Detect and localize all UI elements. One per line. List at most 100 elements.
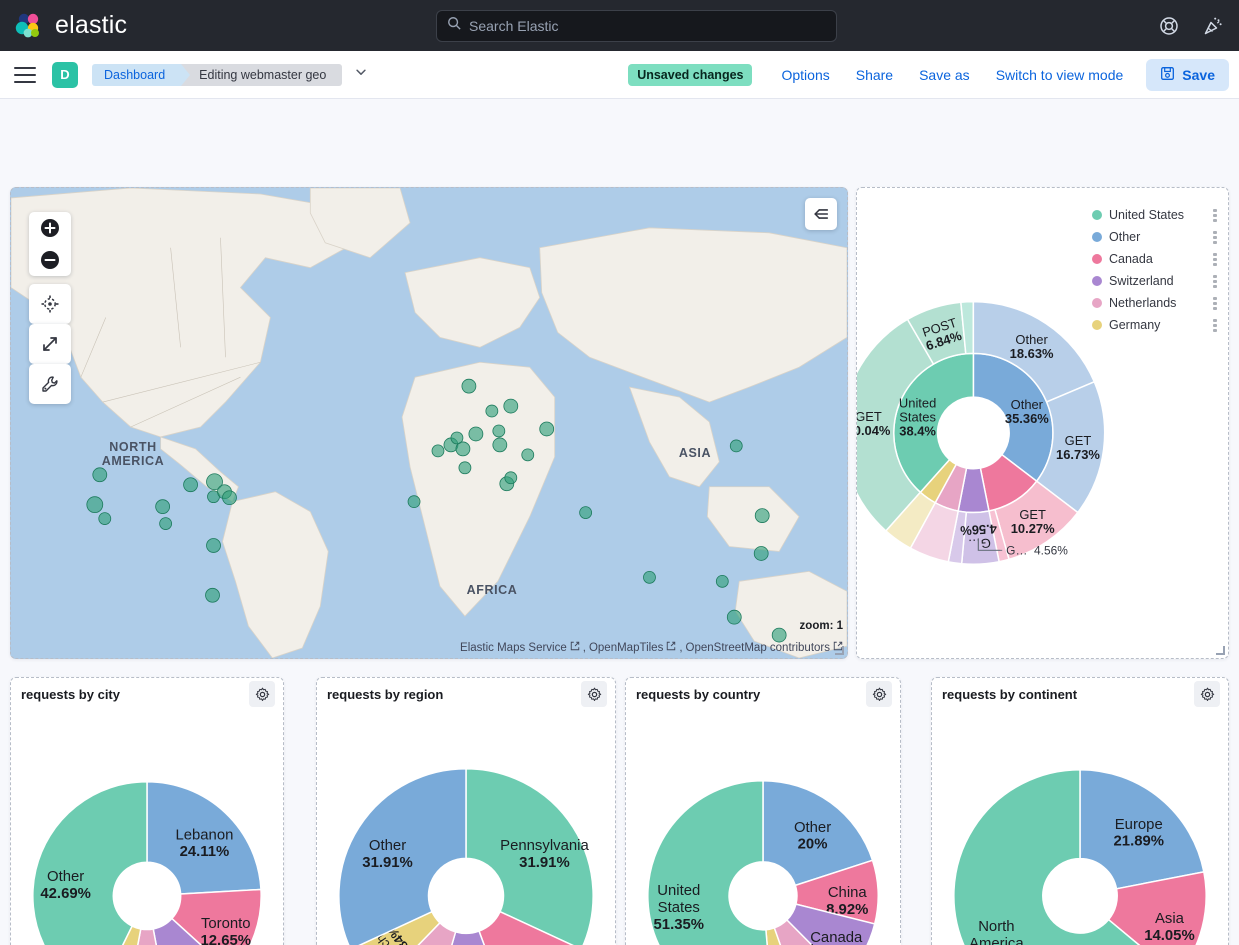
map-canvas[interactable]: NORTHAMERICA ASIA AFRICA SOUTHAMERICA OC… bbox=[11, 188, 847, 658]
attribution-sep-1: , bbox=[582, 641, 586, 654]
search-input[interactable] bbox=[469, 17, 826, 34]
map-attribution: Elastic Maps Service , OpenMapTiles , Op… bbox=[460, 641, 843, 654]
svg-text:31.91%: 31.91% bbox=[519, 855, 570, 871]
legend-item-label: Switzerland bbox=[1109, 274, 1174, 288]
save-button-label: Save bbox=[1182, 66, 1215, 83]
panel-options-gear-icon[interactable] bbox=[866, 681, 892, 707]
svg-text:16.73%: 16.73% bbox=[1056, 447, 1100, 462]
panel-resize-handle[interactable] bbox=[1216, 646, 1225, 655]
panel-resize-handle[interactable] bbox=[835, 646, 844, 655]
svg-text:12.65%: 12.65% bbox=[201, 933, 251, 945]
options-button[interactable]: Options bbox=[768, 67, 842, 83]
legend-color-swatch bbox=[1092, 298, 1102, 308]
pie-slice-label: Other20% bbox=[794, 820, 831, 853]
requests-by-country-chart[interactable]: Other20%China8.92%Canada8.65%Russia7.03%… bbox=[626, 710, 900, 945]
panel-options-gear-icon[interactable] bbox=[581, 681, 607, 707]
svg-text:Lebanon: Lebanon bbox=[175, 827, 233, 843]
requests-by-city-chart[interactable]: Lebanon24.11%Toronto12.65%NewYork10.28%Z… bbox=[11, 710, 283, 945]
collapse-left-arrow-icon[interactable] bbox=[805, 198, 837, 230]
requests-by-region-chart[interactable]: Pennsylvania31.91%Ontario12.45%NewYork10… bbox=[317, 710, 615, 945]
search-icon bbox=[447, 16, 461, 35]
svg-text:United: United bbox=[657, 883, 700, 899]
requests-by-continent-chart[interactable]: Europe21.89%Asia14.05%NorthAmerica63.78% bbox=[932, 710, 1228, 945]
breadcrumb-item-dashboard[interactable]: Dashboard bbox=[92, 63, 191, 86]
legend-drag-handle[interactable] bbox=[1210, 252, 1220, 266]
attribution-link-elastic-maps[interactable]: Elastic Maps Service bbox=[460, 642, 567, 654]
map-zoom-readout: zoom: 1 bbox=[799, 620, 843, 632]
svg-text:States: States bbox=[658, 900, 700, 916]
space-avatar-badge[interactable]: D bbox=[52, 61, 78, 88]
svg-text:GET: GET bbox=[857, 409, 882, 424]
zoom-in-button[interactable] bbox=[29, 212, 71, 244]
legend-drag-handle[interactable] bbox=[1210, 230, 1220, 244]
confetti-announcement-icon[interactable] bbox=[1203, 16, 1223, 36]
legend-color-swatch bbox=[1092, 210, 1102, 220]
elastic-home-link[interactable]: elastic bbox=[14, 11, 127, 41]
svg-text:States: States bbox=[899, 409, 936, 424]
svg-text:G…: G… bbox=[1006, 543, 1027, 557]
brand-name: elastic bbox=[55, 11, 128, 39]
panel-options-gear-icon[interactable] bbox=[1194, 681, 1220, 707]
zoom-out-button[interactable] bbox=[29, 244, 71, 276]
legend-drag-handle[interactable] bbox=[1210, 318, 1220, 332]
share-button[interactable]: Share bbox=[843, 67, 906, 83]
legend-item-0[interactable]: United States bbox=[1092, 204, 1220, 226]
pie-slice-label: Europe21.89% bbox=[1114, 817, 1164, 850]
legend-item-3[interactable]: Switzerland bbox=[1092, 270, 1220, 292]
lifebuoy-help-icon[interactable] bbox=[1159, 16, 1179, 36]
legend-drag-handle[interactable] bbox=[1210, 296, 1220, 310]
sunburst-legend: United States Other Canada Switzerland N… bbox=[1092, 204, 1220, 336]
panel-header: requests by city bbox=[11, 678, 283, 710]
svg-text:Other: Other bbox=[1015, 332, 1048, 347]
legend-drag-handle[interactable] bbox=[1210, 274, 1220, 288]
panel-title: requests by city bbox=[21, 686, 120, 702]
requests-by-city-panel: requests by city Lebanon 24.11% Toronto 12.… bbox=[10, 677, 284, 945]
svg-text:Pennsylvania: Pennsylvania bbox=[500, 838, 589, 854]
pie-slice[interactable] bbox=[32, 780, 148, 945]
legend-color-swatch bbox=[1092, 320, 1102, 330]
svg-text:Other: Other bbox=[1011, 397, 1044, 412]
panel-header: requests by region bbox=[317, 678, 615, 710]
pie-slice-label: Other42.69% bbox=[40, 869, 90, 902]
svg-text:Europe: Europe bbox=[1115, 817, 1163, 833]
attribution-link-openstreetmap[interactable]: OpenStreetMap contributors bbox=[686, 642, 830, 654]
world-map-graphic bbox=[11, 188, 847, 658]
map-zoom-controls bbox=[29, 212, 71, 276]
save-button[interactable]: Save bbox=[1146, 58, 1229, 91]
legend-item-1[interactable]: Other bbox=[1092, 226, 1220, 248]
pie-slice-label: Canada8.65% bbox=[810, 930, 863, 945]
global-search-box[interactable] bbox=[436, 9, 837, 42]
panel-title: requests by continent bbox=[942, 686, 1078, 702]
svg-text:China: China bbox=[828, 885, 868, 901]
svg-text:GET: GET bbox=[1019, 507, 1046, 522]
requests-by-country-panel: requests by country Other 20% China 8.92% Ca… bbox=[625, 677, 901, 945]
legend-item-4[interactable]: Netherlands bbox=[1092, 292, 1220, 314]
save-as-button[interactable]: Save as bbox=[906, 67, 983, 83]
external-link-icon bbox=[570, 641, 580, 654]
svg-text:18.63%: 18.63% bbox=[1010, 346, 1054, 361]
svg-text:Asia: Asia bbox=[1155, 911, 1185, 927]
dashboard-grid: NORTHAMERICA ASIA AFRICA SOUTHAMERICA OC… bbox=[0, 99, 1239, 945]
panel-title: requests by region bbox=[327, 686, 444, 702]
crosshair-target-icon[interactable] bbox=[29, 284, 71, 324]
legend-item-label: United States bbox=[1109, 208, 1185, 222]
chevron-down-icon[interactable] bbox=[354, 65, 368, 84]
legend-color-swatch bbox=[1092, 276, 1102, 286]
svg-text:Canada: Canada bbox=[810, 930, 863, 945]
switch-to-view-mode-button[interactable]: Switch to view mode bbox=[983, 67, 1137, 83]
legend-item-2[interactable]: Canada bbox=[1092, 248, 1220, 270]
legend-drag-handle[interactable] bbox=[1210, 208, 1220, 222]
expand-diagonal-arrow-icon[interactable] bbox=[29, 324, 71, 364]
map-locate-control bbox=[29, 284, 71, 324]
svg-text:United: United bbox=[899, 395, 936, 410]
global-header: elastic bbox=[0, 0, 1239, 51]
breadcrumb-item-current[interactable]: Editing webmaster geo bbox=[181, 63, 343, 86]
wrench-tools-icon[interactable] bbox=[29, 364, 71, 404]
svg-text:51.35%: 51.35% bbox=[654, 917, 704, 933]
panel-options-gear-icon[interactable] bbox=[249, 681, 275, 707]
elastic-logo-icon bbox=[14, 11, 44, 41]
hamburger-menu-icon[interactable] bbox=[14, 66, 36, 83]
legend-item-5[interactable]: Germany bbox=[1092, 314, 1220, 336]
svg-text:4.56%: 4.56% bbox=[1034, 543, 1068, 557]
attribution-link-openmaptiles[interactable]: OpenMapTiles bbox=[589, 642, 663, 654]
